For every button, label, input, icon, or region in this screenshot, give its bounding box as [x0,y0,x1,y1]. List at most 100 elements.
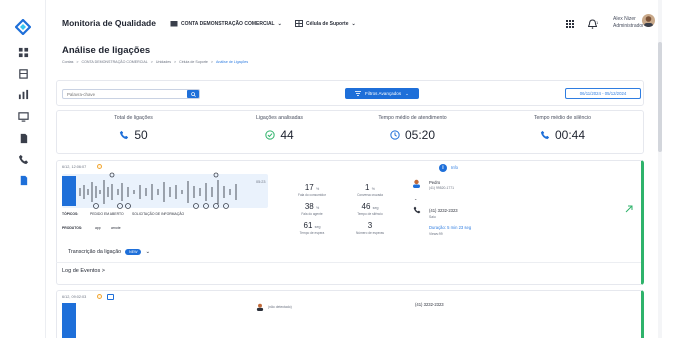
stat-hold-time: 61 seg Tempo de espera [282,221,342,235]
topics-label: TÓPICOS: [62,212,79,216]
transcription-toggle[interactable]: Transcrição da ligação NEW ⌄ [68,249,150,255]
transcription-label: Transcrição da ligação [68,249,122,255]
user-info[interactable]: Alex Nizer Administrador [613,16,644,30]
metric-value: 50 [134,128,148,142]
date-range-picker[interactable]: 06/11/2024 - 05/12/2024 [565,88,641,99]
agent-name: (não detectado) [268,305,292,309]
stat-unit: seg [372,206,379,210]
apps-grid-icon[interactable] [566,20,574,28]
customer-phone: (41) 3232-2323 [415,302,444,307]
product-tag[interactable]: arnote [111,226,121,230]
unit-selector[interactable]: Célula de Suporte ⌄ [295,20,356,27]
phone-silent-icon [540,130,550,140]
agent-avatar-icon [413,179,420,188]
phone-nav-icon[interactable] [17,153,29,165]
topic-tag[interactable]: PEDIDO EM ABERTO [90,212,124,216]
customer-phone-icon [413,206,421,214]
dashboard-icon[interactable] [17,46,29,58]
search-input[interactable] [63,90,187,98]
chevron-down-icon: ⌄ [351,20,356,27]
chevron-down-icon: ⌄ [405,90,410,96]
chevron-down-icon[interactable]: ⌄ [414,196,418,201]
customer-phone: (41) 3232-2323 [429,208,458,213]
sentiment-icon [107,294,114,300]
stat-label: Conversa cruzada [357,193,383,197]
info-label[interactable]: Info [451,165,458,170]
event-log-link[interactable]: Log de Eventos > [62,268,105,274]
agent-avatar-icon [256,303,264,311]
metric-label: Total de ligações [114,115,153,121]
stat-value: 38 [304,202,314,211]
user-role: Administrador [613,22,644,29]
stat-value: 1 [365,183,370,192]
stat-value: 3 [367,221,373,230]
sentiment-neutral-icon [97,164,102,169]
stat-unit: seg [314,225,321,229]
breadcrumb-separator: > [150,60,153,64]
stat-value: 17 [304,183,314,192]
breadcrumb-item[interactable]: Unidades [156,60,171,64]
search-field[interactable] [62,89,200,99]
call-id: Views:99 [429,232,443,236]
stat-label: Fala do consumidor [298,193,326,197]
page-title: Análise de ligações [62,45,151,56]
waveform-progress [62,176,76,206]
scrollbar-thumb[interactable] [658,42,662,152]
advanced-filters-label: Filtros Avançados [364,91,402,96]
grid-small-icon [295,20,303,27]
stat-crosstalk: 1 % Conversa cruzada [340,183,400,197]
avatar[interactable] [642,14,655,27]
top-bar: Monitoria de Qualidade CONTA DEMONSTRAÇÃ… [46,0,658,40]
breadcrumb: Contas > CONTA DEMONSTRAÇÃO COMERCIAL > … [62,60,248,64]
search-icon [190,91,196,97]
building-icon[interactable] [17,67,29,79]
phone-icon [120,130,129,140]
metric-label: Tempo médio de silêncio [533,115,592,121]
stat-label: Número de esperas [356,231,384,235]
call-analysis-icon[interactable] [17,174,29,186]
breadcrumb-current: Análise de Ligações [216,60,249,64]
stat-customer-talk: 17 % Fala do consumidor [282,183,342,197]
chevron-down-icon: ⌄ [277,20,282,27]
expand-arrow-icon[interactable] [625,205,633,213]
stat-value: 61 [303,221,313,230]
breadcrumb-item[interactable]: Célula de Suporte [179,60,208,64]
call-datetime: 6/12, 09:02:03 [62,295,87,299]
product-tag[interactable]: app [95,226,101,230]
chevron-down-icon: ⌄ [145,249,150,255]
breadcrumb-item[interactable]: Contas [62,60,73,64]
advanced-filters-button[interactable]: Filtros Avançados ⌄ [345,88,419,99]
stat-unit: % [315,206,320,210]
user-name: Alex Nizer [613,16,636,22]
clock-icon [390,130,400,140]
call-card[interactable] [56,290,644,338]
stat-label: Fala do agente [301,212,323,216]
brand-logo-icon[interactable] [15,19,31,35]
unit-selector-label: Célula de Suporte [306,20,349,27]
stat-value: 46 [361,202,371,211]
stat-label: Tempo de silêncio [357,212,383,216]
info-icon[interactable]: i [439,164,447,172]
waveform-progress [62,303,76,338]
waveform-time: 05:23 [256,180,266,184]
chart-icon[interactable] [17,88,29,100]
stat-unit: % [371,187,375,191]
breadcrumb-item[interactable]: CONTA DEMONSTRAÇÃO COMERCIAL [82,60,148,64]
monitor-icon[interactable] [17,110,29,122]
agent-name: Pedro [429,180,441,185]
check-circle-icon [265,130,275,140]
duration-row: Duração: 5 min 23 seg [429,225,471,230]
filter-icon [354,91,361,96]
breadcrumb-separator: > [174,60,177,64]
metric-value: 44 [280,128,294,142]
stat-hold-count: 3 Número de esperas [340,221,400,235]
topic-tag[interactable]: SOLICITAÇÃO DE INFORMAÇÃO [132,212,184,216]
account-selector[interactable]: CONTA DEMONSTRAÇÃO COMERCIAL ⌄ [170,20,282,27]
document-icon[interactable] [17,132,29,144]
metric-value: 05:20 [404,128,436,142]
metric-analyzed-calls: Ligações analisadas 44 [212,115,347,142]
search-button[interactable] [187,90,199,98]
sentiment-neutral-icon [97,294,102,299]
stat-unit: % [315,187,320,191]
duration-label: Duração: [429,225,446,230]
